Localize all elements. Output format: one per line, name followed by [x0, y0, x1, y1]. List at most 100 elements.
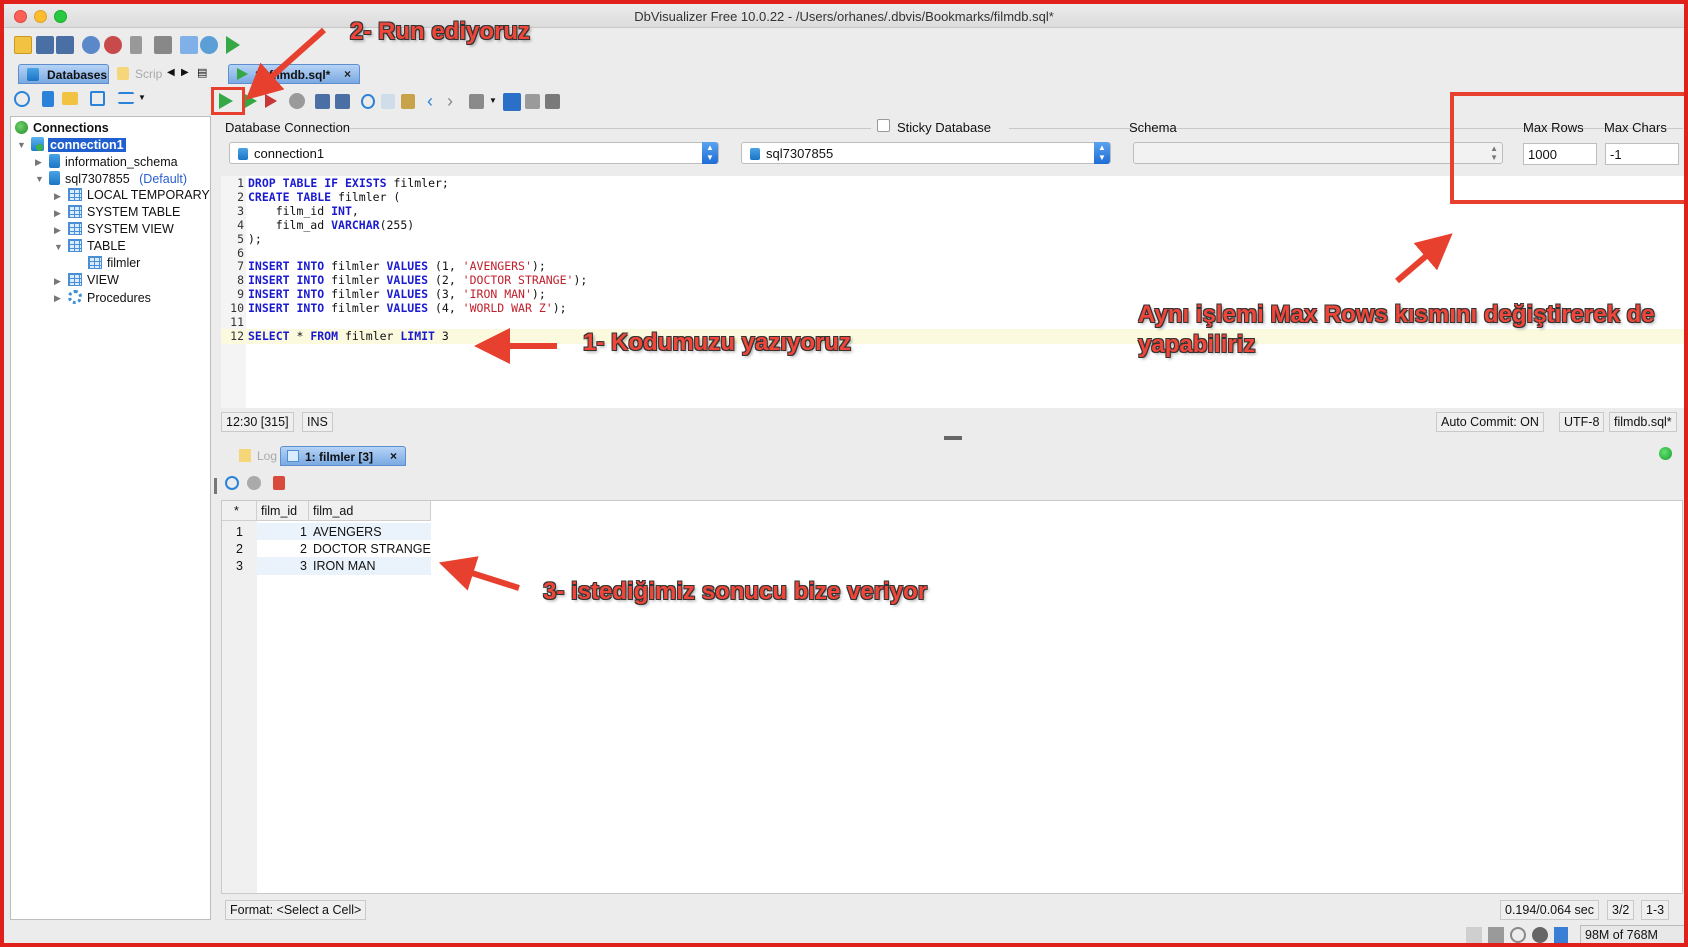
monitor-icon[interactable] — [200, 36, 218, 54]
grid-icon[interactable] — [545, 94, 560, 109]
save-all-icon[interactable] — [56, 36, 74, 54]
code-line[interactable]: 12 SELECT * FROM filmler LIMIT 3 — [221, 328, 1684, 344]
code-line[interactable]: 7 INSERT INTO filmler VALUES (1, 'AVENGER… — [221, 259, 1684, 274]
disconnect-icon[interactable] — [104, 36, 122, 54]
save-as-icon[interactable] — [335, 94, 350, 109]
tab-scroll-left-icon[interactable]: ◀ — [167, 67, 175, 78]
open-folder-icon[interactable] — [14, 36, 32, 54]
grid-cell-film-ad[interactable]: IRON MAN — [309, 557, 431, 575]
column-header-film-id[interactable]: film_id — [257, 501, 309, 521]
grid-corner[interactable]: * — [222, 501, 257, 521]
tree-view[interactable]: VIEW — [68, 273, 119, 290]
row-number[interactable]: 3 — [222, 557, 257, 575]
expand-arrow-icon[interactable]: ▶ — [54, 208, 61, 219]
sql-editor[interactable]: 1 DROP TABLE IF EXISTS filmler; 2 CREATE TA… — [221, 176, 1684, 408]
paste-icon[interactable] — [401, 94, 415, 109]
tab-log[interactable]: Log — [232, 446, 280, 466]
table-icon[interactable] — [180, 36, 198, 54]
row-number[interactable]: 1 — [222, 523, 257, 541]
code-line[interactable]: 4 film_ad VARCHAR(255) — [221, 218, 1684, 233]
tab-filmdb-sql[interactable]: 1: filmdb.sql* × — [228, 64, 360, 84]
trash-icon[interactable] — [1554, 927, 1568, 943]
grid-cell-film-id[interactable]: 3 — [257, 557, 309, 575]
execute-buffer-icon[interactable] — [265, 94, 277, 108]
tree-connection-label: connection1 — [48, 138, 126, 152]
split-icon[interactable] — [525, 94, 540, 109]
stop-icon[interactable] — [247, 476, 261, 490]
expand-arrow-icon[interactable]: ▼ — [54, 242, 63, 252]
refresh-icon[interactable] — [225, 476, 239, 490]
expand-arrow-icon[interactable]: ▶ — [54, 191, 61, 202]
cancel-icon[interactable] — [1532, 927, 1548, 943]
document-icon[interactable] — [130, 36, 142, 54]
expand-arrow-icon[interactable]: ▶ — [54, 293, 61, 304]
table-group-icon — [68, 222, 82, 235]
expand-arrow-icon[interactable]: ▼ — [35, 174, 44, 184]
tree-system-table[interactable]: SYSTEM TABLE — [68, 205, 180, 222]
close-tab-icon[interactable]: × — [390, 449, 397, 463]
connect-icon[interactable] — [82, 36, 100, 54]
tree-system-view[interactable]: SYSTEM VIEW — [68, 222, 174, 239]
run-icon[interactable] — [226, 36, 240, 54]
tree-connections-root[interactable]: Connections — [15, 121, 109, 138]
tree-table-group[interactable]: TABLE — [68, 239, 126, 256]
row-number[interactable]: 2 — [222, 540, 257, 558]
code-line[interactable]: 5); — [221, 232, 1684, 247]
expand-arrow-icon[interactable]: ▶ — [35, 157, 42, 168]
sticky-database-checkbox[interactable] — [877, 119, 890, 132]
code-line[interactable]: 6 — [221, 246, 1684, 261]
save-icon[interactable] — [36, 36, 54, 54]
new-connection-icon[interactable] — [42, 91, 54, 107]
save-icon[interactable] — [315, 94, 330, 109]
splitter-handle[interactable] — [944, 436, 962, 440]
tools-icon[interactable] — [154, 36, 172, 54]
tools-dropdown-icon[interactable]: ▼ — [489, 96, 497, 105]
tab-list-icon[interactable]: ▤ — [197, 66, 207, 79]
expand-arrow-icon[interactable]: ▶ — [54, 276, 61, 287]
close-tab-icon[interactable]: × — [344, 67, 351, 81]
code-line[interactable]: 8 INSERT INTO filmler VALUES (2, 'DOCTOR … — [221, 273, 1684, 288]
tree-schema-default[interactable]: sql7307855 (Default) — [49, 171, 187, 188]
back-icon[interactable]: ‹ — [427, 91, 433, 112]
db-connection-select[interactable]: connection1 ▲ ▼ — [229, 142, 719, 164]
refresh-icon[interactable] — [14, 91, 30, 107]
grid-cell-film-id[interactable]: 1 — [257, 523, 309, 541]
layout-icon[interactable] — [503, 93, 521, 111]
expand-arrow-icon[interactable]: ▼ — [17, 140, 26, 150]
collapse-icon[interactable] — [90, 91, 105, 106]
grid-cell-film-ad[interactable]: DOCTOR STRANGE — [309, 540, 431, 558]
expand-arrow-icon[interactable]: ▶ — [54, 225, 61, 236]
code-line[interactable]: 9 INSERT INTO filmler VALUES (3, 'IRON MA… — [221, 287, 1684, 302]
tab-scroll-right-icon[interactable]: ▶ — [181, 67, 189, 78]
export-icon[interactable] — [273, 476, 285, 490]
copy-icon[interactable] — [381, 94, 395, 109]
tree-local-temporary[interactable]: LOCAL TEMPORARY — [68, 188, 210, 205]
stop-icon[interactable] — [289, 93, 305, 109]
tab-scripts[interactable]: Scrip — [113, 64, 165, 84]
table-icon — [88, 256, 102, 269]
tree-table-filmler[interactable]: filmler — [88, 256, 140, 273]
execute-current-icon[interactable] — [245, 94, 257, 108]
grid-cell-film-id[interactable]: 2 — [257, 540, 309, 558]
filter-dropdown-icon[interactable]: ▼ — [138, 93, 146, 102]
status-icon[interactable] — [1488, 927, 1504, 943]
cut-icon[interactable] — [361, 94, 375, 109]
forward-icon[interactable]: › — [447, 91, 453, 112]
filter-icon[interactable] — [118, 92, 134, 104]
tree-connection1[interactable]: connection1 — [31, 137, 126, 154]
schema-select[interactable]: ▲ ▼ — [1133, 142, 1503, 164]
column-header-film-ad[interactable]: film_ad — [309, 501, 431, 521]
status-icon[interactable] — [1466, 927, 1482, 943]
sync-icon[interactable] — [1510, 927, 1526, 943]
tab-databases[interactable]: Databases — [18, 64, 109, 84]
database-select[interactable]: sql7307855 ▲ ▼ — [741, 142, 1111, 164]
tab-result-filmler[interactable]: 1: filmler [3] × — [280, 446, 406, 466]
new-folder-icon[interactable] — [62, 92, 78, 105]
auto-commit-status[interactable]: Auto Commit: ON — [1436, 412, 1544, 432]
grid-cell-film-ad[interactable]: AVENGERS — [309, 523, 431, 541]
tools-icon[interactable] — [469, 94, 484, 109]
tree-procedures[interactable]: Procedures — [68, 290, 151, 307]
tree-schema-information-schema[interactable]: information_schema — [49, 154, 178, 171]
add-tab-icon[interactable] — [1659, 447, 1672, 460]
code-line[interactable]: 3 film_id INT, — [221, 204, 1684, 219]
